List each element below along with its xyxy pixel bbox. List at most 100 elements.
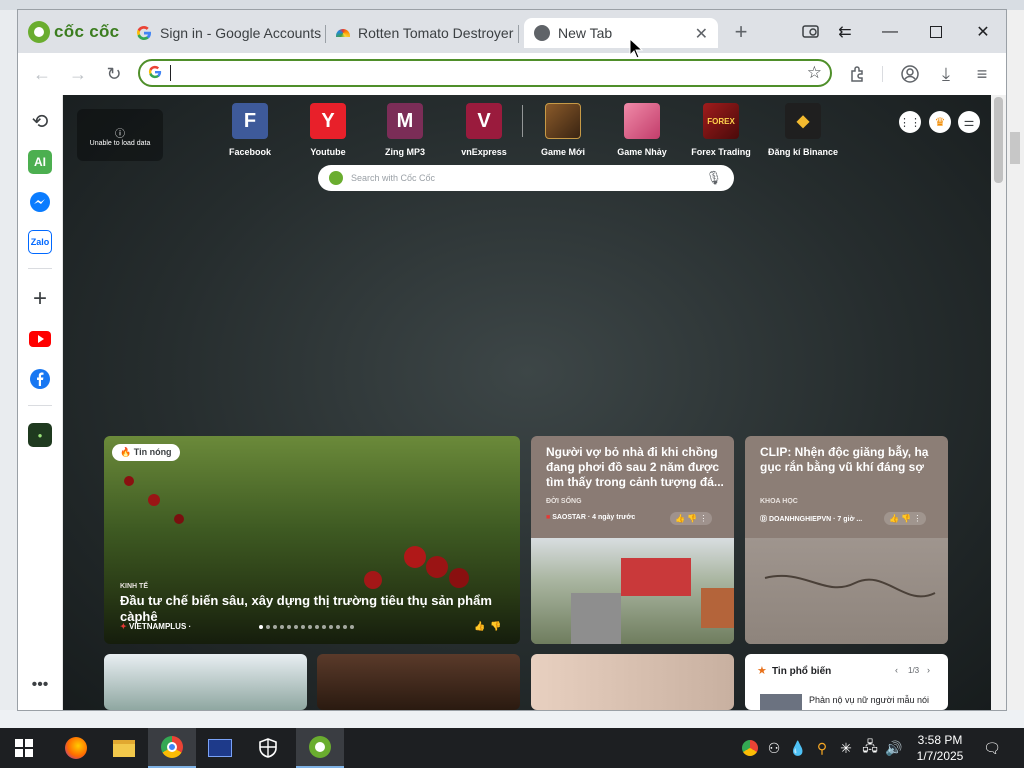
reaction-buttons[interactable]: 👍 👎 ⋮ [884, 512, 927, 525]
news-category: KHOA HỌC [760, 498, 798, 505]
dislike-icon[interactable]: 👎 [490, 621, 501, 632]
news-card[interactable]: Người vợ bỏ nhà đi khi chồng đang phơi đ… [531, 436, 734, 644]
shortcut-label: Game Nhảy [617, 147, 667, 157]
game-nhay-tile-icon [624, 103, 660, 139]
drop-tray-icon[interactable]: 💧 [786, 736, 810, 760]
history-icon[interactable]: ⟲ [28, 109, 52, 133]
minimize-button[interactable]: — [875, 20, 905, 44]
screen-capture-icon[interactable] [796, 20, 826, 44]
address-bar[interactable]: ☆ [138, 59, 832, 87]
like-icon[interactable]: 👍 [474, 621, 485, 632]
tab-rotten-tomato[interactable]: Rotten Tomato Destroyer [336, 18, 516, 48]
ntp-search-bar[interactable]: Search with Cốc Cốc 🎙 [318, 165, 734, 191]
notification-center-icon[interactable]: 🗨 [980, 736, 1004, 760]
remote-desktop-icon[interactable] [196, 728, 244, 768]
download-icon[interactable]: ⤓ [932, 60, 960, 88]
messenger-icon[interactable] [28, 190, 52, 214]
chrome-icon[interactable] [148, 728, 196, 768]
tab-google-accounts[interactable]: Sign in - Google Accounts [136, 18, 326, 48]
person-news-thumbnail[interactable] [531, 654, 734, 710]
search-tray-icon[interactable]: ⚲ [810, 736, 834, 760]
add-app-icon[interactable]: + [28, 285, 52, 312]
sidebar: ⟲ AI Zalo + ● ••• [18, 95, 63, 710]
shortcut-label: Youtube [310, 147, 346, 157]
shortcut-zing-mp3[interactable]: M Zing MP3 [370, 103, 440, 157]
ai-assistant-icon[interactable]: AI [28, 150, 52, 174]
close-window-button[interactable]: ✕ [968, 20, 998, 44]
tab-divider [325, 25, 326, 43]
browser-logo[interactable]: cốc cốc [28, 20, 119, 44]
source-logo-icon: ✦ [120, 622, 127, 631]
system-clock[interactable]: 3:58 PM 1/7/2025 [912, 732, 968, 764]
shortcut-game-moi[interactable]: Game Mới [528, 103, 598, 157]
reload-button[interactable]: ↻ [100, 60, 128, 88]
shortcut-divider [522, 105, 523, 137]
shortcut-game-nhay[interactable]: Game Nhảy [607, 103, 677, 157]
firefox-icon[interactable] [52, 728, 100, 768]
crown-icon[interactable]: ♛ [929, 111, 951, 133]
stadium-news-thumbnail[interactable] [104, 654, 307, 710]
profile-icon[interactable] [896, 60, 924, 88]
page-scrollbar[interactable] [991, 95, 1006, 710]
menu-icon[interactable]: ≡ [968, 60, 996, 88]
back-button[interactable]: ← [28, 60, 56, 88]
fire-icon: 🔥 [120, 447, 132, 457]
people-tray-icon[interactable]: ⚇ [762, 736, 786, 760]
facebook-icon[interactable] [28, 367, 52, 391]
popular-item-title[interactable]: Phản nộ vụ nữ người mẫu nói [809, 695, 929, 705]
reaction-buttons[interactable]: 👍 👎 ⋮ [670, 512, 713, 525]
popular-news-panel: ★ Tin phổ biến ‹ 1/3 › Phản nộ vụ nữ ngư… [745, 654, 948, 710]
new-tab-button[interactable]: + [726, 19, 756, 44]
new-tab-page: ⓘ Unable to load data F Facebook Y Youtu… [63, 95, 991, 710]
toolbar-divider [882, 66, 883, 82]
youtube-icon[interactable] [28, 327, 52, 351]
badge-label: Tin nóng [133, 447, 172, 457]
source-name: DOANHNGHIEPVN · 7 giờ ... [768, 516, 863, 523]
shortcut-vnexpress[interactable]: V vnExpress [449, 103, 519, 157]
weather-status: Unable to load data [89, 140, 151, 147]
sidebar-divider [28, 268, 52, 269]
shortcut-binance[interactable]: ◆ Đăng kí Binance [766, 103, 840, 157]
zalo-icon[interactable]: Zalo [28, 230, 52, 254]
close-tab-icon[interactable]: ✕ [695, 24, 708, 44]
game-moi-tile-icon [545, 103, 581, 139]
customize-icon[interactable]: ⚌ [958, 111, 980, 133]
source-logo-icon: Ⓓ [760, 516, 767, 523]
game-2024-icon[interactable]: ● [28, 423, 52, 447]
forward-button[interactable]: → [64, 60, 92, 88]
browser-name: cốc cốc [54, 22, 120, 41]
shortcut-facebook[interactable]: F Facebook [215, 103, 285, 157]
news-category: ĐỜI SỐNG [546, 498, 582, 505]
popular-item-thumbnail[interactable] [760, 694, 802, 710]
luggage-news-thumbnail[interactable] [317, 654, 520, 710]
carousel-dots[interactable] [259, 625, 354, 629]
spark-tray-icon[interactable]: ✳ [834, 736, 858, 760]
microphone-icon[interactable]: 🎙 [705, 170, 722, 186]
coccoc-taskbar-icon[interactable] [296, 728, 344, 768]
maximize-button[interactable] [921, 20, 951, 44]
shortcut-forex-trading[interactable]: FOREX Forex Trading [686, 103, 756, 157]
more-icon[interactable]: ••• [28, 673, 52, 697]
tab-search-icon[interactable]: ⇇ [830, 20, 860, 44]
news-title: CLIP: Nhện độc giăng bẫy, hạ gục rắn bằn… [760, 445, 929, 474]
bookmark-star-icon[interactable]: ☆ [807, 63, 822, 83]
security-shield-icon[interactable] [244, 728, 292, 768]
shortcut-label: Đăng kí Binance [767, 147, 839, 157]
scrollbar-thumb[interactable] [994, 97, 1003, 183]
file-explorer-icon[interactable] [100, 728, 148, 768]
apps-grid-icon[interactable]: ⋮⋮ [899, 111, 921, 133]
search-placeholder: Search with Cốc Cốc [351, 173, 436, 183]
news-card[interactable]: CLIP: Nhện độc giăng bẫy, hạ gục rắn bằn… [745, 436, 948, 644]
chrome-tray-icon[interactable] [738, 736, 762, 760]
weather-widget[interactable]: ⓘ Unable to load data [77, 109, 163, 161]
featured-news-card[interactable]: 🔥 Tin nóng KINH TẾ Đầu tư chế biến sâu, … [104, 436, 520, 644]
network-tray-icon[interactable]: 🖧 [858, 736, 882, 760]
news-title: Đầu tư chế biến sâu, xây dựng thị trường… [120, 593, 492, 624]
volume-tray-icon[interactable]: 🔊 [882, 736, 906, 760]
next-page-icon[interactable]: › [927, 665, 930, 675]
prev-page-icon[interactable]: ‹ [895, 665, 898, 675]
start-button[interactable] [0, 728, 48, 768]
shortcut-youtube[interactable]: Y Youtube [293, 103, 363, 157]
tab-new-tab[interactable]: New Tab ✕ [524, 18, 718, 48]
extensions-icon[interactable] [844, 60, 872, 88]
